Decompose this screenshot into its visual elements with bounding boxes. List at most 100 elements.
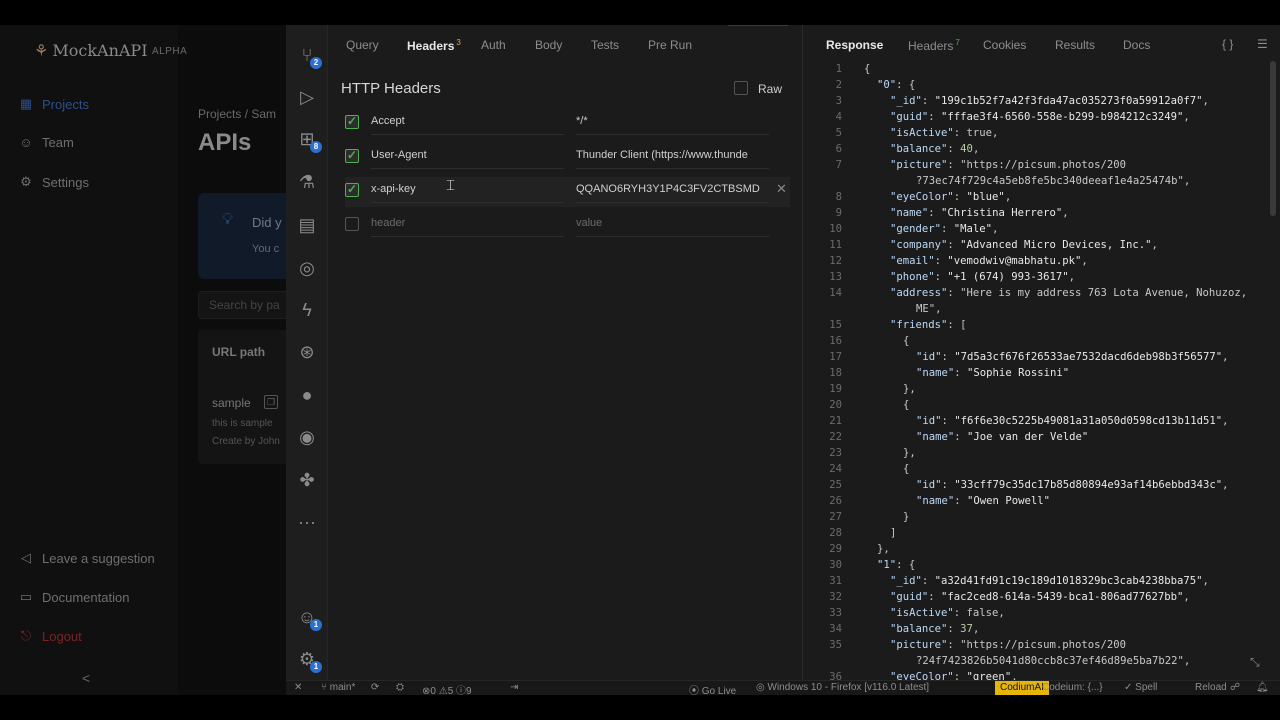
delete-header-icon[interactable]: ✕ bbox=[776, 181, 787, 197]
new-value-input[interactable]: value bbox=[576, 217, 769, 237]
more-icon[interactable]: ··· bbox=[295, 510, 319, 534]
code-text[interactable]: "company": "Advanced Micro Devices, Inc.… bbox=[890, 237, 1158, 253]
remote-icon[interactable]: ◎ bbox=[295, 256, 319, 280]
header-enabled-checkbox[interactable] bbox=[345, 182, 359, 197]
code-text[interactable]: "picture": "https://picsum.photos/200 bbox=[890, 157, 1126, 173]
branch-indicator[interactable]: ⑂ main* bbox=[321, 682, 355, 693]
codium-icon[interactable]: ◉ bbox=[295, 425, 319, 449]
tab-query[interactable]: Query bbox=[346, 38, 379, 52]
header-enabled-checkbox[interactable] bbox=[345, 148, 359, 163]
code-text[interactable]: "email": "vemodwiv@mabhatu.pk", bbox=[890, 253, 1088, 269]
code-text[interactable]: "gender": "Male", bbox=[890, 221, 998, 237]
nav-suggestion[interactable]: ◁ Leave a suggestion bbox=[18, 550, 155, 566]
source-control-icon[interactable]: ⑂ 2 bbox=[295, 43, 322, 69]
header-value-input[interactable]: */* bbox=[576, 115, 769, 135]
tab-docs[interactable]: Docs bbox=[1123, 38, 1150, 52]
nav-projects[interactable]: ▦ Projects bbox=[18, 96, 89, 112]
feedback-icon[interactable]: ☍ bbox=[1230, 682, 1240, 693]
code-text[interactable]: "id": "7d5a3cf676f26533ae7532dacd6deb98b… bbox=[916, 349, 1229, 365]
raw-checkbox[interactable] bbox=[734, 81, 748, 95]
header-value-input[interactable]: Thunder Client (https://www.thunde bbox=[576, 149, 769, 169]
nav-logout[interactable]: ⎋ Logout bbox=[18, 628, 82, 644]
code-text[interactable]: }, bbox=[903, 445, 916, 461]
header-value-input[interactable]: QQANO6RYH3Y1P4C3FV2CTBSMD bbox=[576, 183, 769, 203]
tab-auth[interactable]: Auth bbox=[481, 38, 506, 52]
browser-indicator[interactable]: ◎ Windows 10 - Firefox [v116.0 Latest] bbox=[756, 682, 929, 693]
code-text[interactable]: "id": "f6f6e30c5225b49081a31a050d0598cd1… bbox=[916, 413, 1229, 429]
run-icon[interactable]: ⇥ bbox=[510, 682, 518, 693]
code-text[interactable]: ?73ec74f729c4a5eb8fe5bc340deeaf1e4a25474… bbox=[916, 173, 1190, 189]
code-text[interactable]: { bbox=[864, 61, 870, 77]
code-text[interactable]: "guid": "fac2ced8-614a-5439-bca1-806ad77… bbox=[890, 589, 1190, 605]
github-icon[interactable]: ● bbox=[295, 383, 319, 407]
settings-gear-icon[interactable]: ⚙ 1 bbox=[295, 647, 322, 673]
code-text[interactable]: "picture": "https://picsum.photos/200 bbox=[890, 637, 1126, 653]
code-text[interactable]: "name": "Christina Herrero", bbox=[890, 205, 1069, 221]
code-text[interactable]: "eyeColor": "blue", bbox=[890, 189, 1011, 205]
tab-results[interactable]: Results bbox=[1055, 38, 1095, 52]
codeium-status[interactable]: Codeium: {...} bbox=[1042, 682, 1103, 693]
run-debug-icon[interactable]: ▷ bbox=[295, 85, 319, 109]
code-text[interactable]: "name": "Owen Powell" bbox=[916, 493, 1050, 509]
codium-status[interactable]: CodiumAI bbox=[995, 681, 1049, 695]
app-logo[interactable]: ⚘ MockAnAPI bbox=[34, 41, 148, 60]
code-text[interactable]: } bbox=[903, 509, 909, 525]
tab-headers[interactable]: Headers 3 bbox=[407, 38, 461, 53]
nav-settings[interactable]: ⚙ Settings bbox=[18, 174, 89, 190]
code-text[interactable]: "balance": 37, bbox=[890, 621, 979, 637]
thunder-client-icon[interactable]: ϟ bbox=[295, 298, 319, 322]
tab-body[interactable]: Body bbox=[535, 38, 562, 52]
code-text[interactable]: ?24f7423826b5041d80ccb8c37ef46d89e5ba7b2… bbox=[916, 653, 1190, 669]
header-enabled-checkbox[interactable] bbox=[345, 114, 359, 129]
code-text[interactable]: "1": { bbox=[877, 557, 915, 573]
git-graph-icon[interactable]: ⊛ bbox=[295, 340, 319, 364]
code-text[interactable]: { bbox=[903, 333, 909, 349]
code-text[interactable]: ] bbox=[890, 525, 896, 541]
code-text[interactable]: "address": "Here is my address 763 Lota … bbox=[890, 285, 1247, 301]
code-text[interactable]: ME", bbox=[916, 301, 942, 317]
code-text[interactable]: { bbox=[903, 397, 909, 413]
code-text[interactable]: "_id": "199c1b52f7a42f3fda47ac035273f0a5… bbox=[890, 93, 1209, 109]
clipboard-icon[interactable]: ▤ bbox=[295, 213, 319, 237]
tab-response[interactable]: Response bbox=[826, 38, 883, 52]
code-text[interactable]: "balance": 40, bbox=[890, 141, 979, 157]
tab-pre-run[interactable]: Pre Run bbox=[648, 38, 692, 52]
code-text[interactable]: }, bbox=[903, 381, 916, 397]
code-text[interactable]: "name": "Joe van der Velde" bbox=[916, 429, 1088, 445]
tab-tests[interactable]: Tests bbox=[591, 38, 619, 52]
code-text[interactable]: "name": "Sophie Rossini" bbox=[916, 365, 1069, 381]
code-text[interactable]: "eyeColor": "green", bbox=[890, 669, 1018, 680]
nav-team[interactable]: ☺ Team bbox=[18, 135, 73, 150]
account-icon[interactable]: ☺ 1 bbox=[295, 605, 322, 631]
expand-icon[interactable]: ⤡ bbox=[1250, 655, 1260, 670]
breadcrumb[interactable]: Projects / Sam bbox=[198, 107, 276, 121]
nav-documentation[interactable]: ▭ Documentation bbox=[18, 589, 130, 605]
code-text[interactable]: "guid": "fffae3f4-6560-558e-b299-b984212… bbox=[890, 109, 1190, 125]
remote-indicator-icon[interactable]: ✕ bbox=[294, 682, 302, 693]
menu-icon[interactable]: ☰ bbox=[1257, 37, 1268, 51]
code-text[interactable]: "id": "33cff79c35dc17b85d80894e93af14b6e… bbox=[916, 477, 1229, 493]
problems-indicator[interactable]: ⊗0 ⚠5 ⓘ9 bbox=[422, 682, 472, 695]
header-enabled-checkbox[interactable] bbox=[345, 217, 359, 231]
tab-response-headers[interactable]: Headers 7 bbox=[908, 38, 960, 53]
spell-status[interactable]: ✓ Spell bbox=[1124, 682, 1157, 693]
code-text[interactable]: "phone": "+1 (674) 993-3617", bbox=[890, 269, 1075, 285]
figma-icon[interactable]: ✤ bbox=[295, 468, 319, 492]
code-text[interactable]: "isActive": true, bbox=[890, 125, 998, 141]
code-text[interactable]: "isActive": false, bbox=[890, 605, 1005, 621]
row-path[interactable]: sample bbox=[212, 396, 251, 410]
reload-button[interactable]: Reload bbox=[1195, 682, 1227, 693]
scrollbar[interactable] bbox=[1270, 61, 1276, 216]
braces-icon[interactable]: { } bbox=[1222, 37, 1233, 51]
testing-icon[interactable]: ⚗ bbox=[295, 170, 319, 194]
code-text[interactable]: "_id": "a32d41fd91c19c189d1018329bc3cab4… bbox=[890, 573, 1209, 589]
copy-icon[interactable]: ❐ bbox=[264, 395, 278, 409]
code-text[interactable]: }, bbox=[877, 541, 890, 557]
search-input[interactable]: Search by pa bbox=[198, 291, 298, 319]
code-text[interactable]: "0": { bbox=[877, 77, 915, 93]
collapse-sidebar-icon[interactable]: < bbox=[82, 670, 90, 686]
notifications-icon[interactable]: 🔔︎ bbox=[1256, 682, 1269, 693]
new-header-input[interactable]: header bbox=[371, 217, 564, 237]
sync-icon[interactable]: ⟳ bbox=[371, 682, 379, 693]
header-name-input[interactable]: x-api-key bbox=[371, 183, 564, 203]
